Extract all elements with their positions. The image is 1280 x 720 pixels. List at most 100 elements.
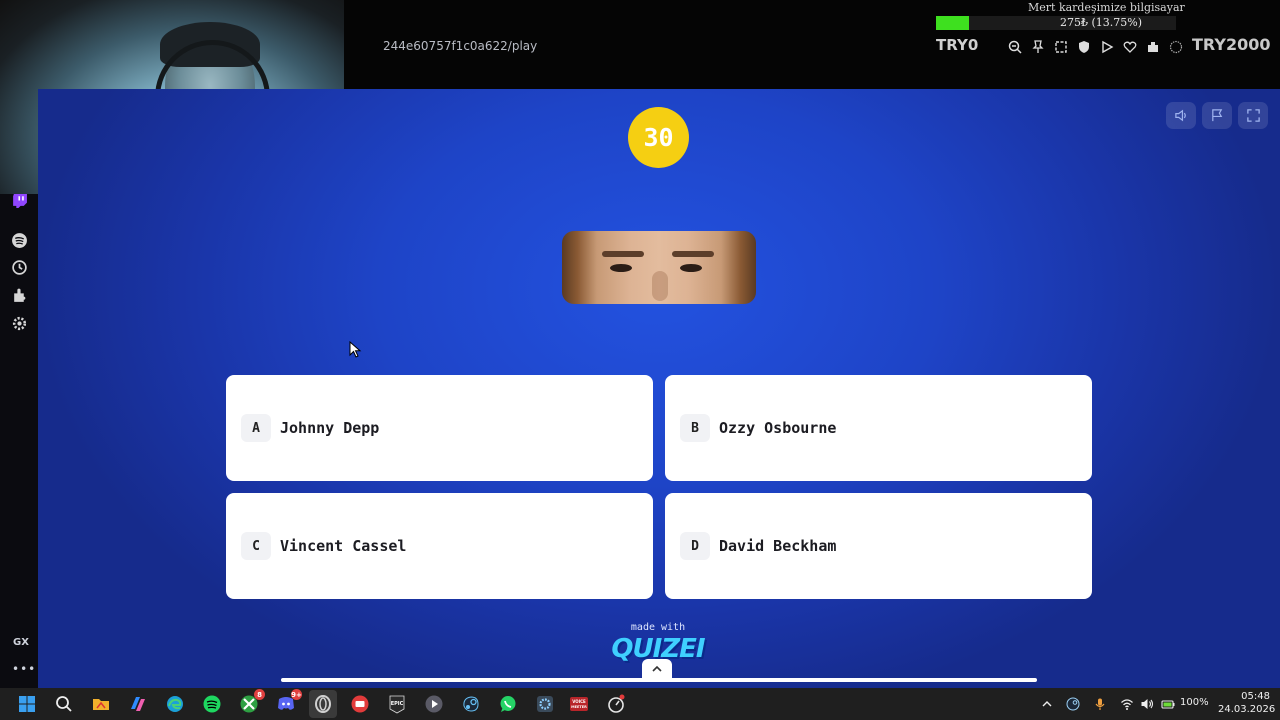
copilot-icon [131, 697, 145, 711]
clock-date: 24.03.2026 [1218, 704, 1276, 715]
chevron-up-icon [652, 665, 662, 672]
fullscreen-button[interactable] [1238, 102, 1268, 129]
answer-text: Vincent Cassel [280, 537, 407, 555]
battery-icon[interactable] [1160, 696, 1176, 712]
steam-icon [463, 696, 479, 712]
answer-text: Johnny Depp [280, 419, 380, 437]
more-icon[interactable]: ••• [12, 662, 36, 676]
gx-label[interactable]: GX [13, 637, 29, 648]
quiz-area: 30 A Johnny Depp B Ozzy Osbourne C Vince… [38, 89, 1280, 688]
whatsapp-icon [500, 696, 516, 712]
report-button[interactable] [1202, 102, 1232, 129]
settings-icon[interactable] [11, 315, 28, 332]
shield-icon[interactable] [1075, 38, 1092, 55]
zoom-out-icon[interactable] [1006, 38, 1023, 55]
address-bar-url[interactable]: 244e60757f1c0a622/play [383, 39, 537, 53]
settings-app-button[interactable] [533, 692, 557, 716]
timer-app-button[interactable] [604, 692, 628, 716]
browser-toolbar-icons [1006, 38, 1184, 55]
countdown-timer: 30 [628, 107, 689, 168]
question-image-eye-right [680, 264, 702, 272]
app-gear-icon [537, 696, 553, 712]
bottom-drawer-edge [281, 678, 1037, 682]
play-icon[interactable] [1098, 38, 1115, 55]
wifi-icon[interactable] [1119, 696, 1135, 712]
stopwatch-icon [608, 694, 625, 713]
recorder-icon [351, 695, 369, 713]
fullscreen-icon [1246, 109, 1260, 122]
search-icon [56, 696, 72, 712]
steam-tray-icon[interactable] [1065, 696, 1081, 712]
history-icon[interactable] [11, 259, 28, 276]
answer-text: Ozzy Osbourne [719, 419, 837, 437]
discord-badge: 9+ [291, 689, 302, 700]
chevron-up-tray-icon[interactable] [1039, 696, 1055, 712]
volume-icon[interactable] [1139, 696, 1155, 712]
donation-title: Mert kardeşimize bilgisayar [1028, 1, 1185, 14]
speaker-icon [1174, 109, 1186, 122]
system-clock[interactable]: 05:48 24.03.2026 [1218, 690, 1276, 716]
mouse-cursor-icon [349, 341, 362, 358]
scroll-up-button[interactable] [642, 659, 672, 679]
extension-icon[interactable] [1144, 38, 1161, 55]
epic-games-button[interactable]: EPIC [385, 692, 409, 716]
copilot-button[interactable] [126, 692, 150, 716]
edge-icon [167, 696, 183, 712]
question-image [562, 231, 756, 304]
battery-percent: 100% [1180, 697, 1209, 708]
answer-text: David Beckham [719, 537, 837, 555]
opera-gx-icon [315, 695, 331, 713]
answer-option-a[interactable]: A Johnny Depp [226, 375, 653, 481]
voicemeeter-button[interactable]: VOICE MEETER [567, 692, 591, 716]
answer-option-b[interactable]: B Ozzy Osbourne [665, 375, 1092, 481]
donation-amount: 275₺ (13.75%) [1060, 16, 1143, 29]
answer-option-d[interactable]: D David Beckham [665, 493, 1092, 599]
pin-icon[interactable] [1029, 38, 1046, 55]
folder-icon [93, 699, 109, 710]
opera-gx-button[interactable] [311, 692, 335, 716]
svg-text:VOICE: VOICE [572, 699, 586, 704]
media-play-icon [425, 695, 443, 713]
xbox-button[interactable]: 8 [237, 689, 265, 716]
sound-toggle-button[interactable] [1166, 102, 1196, 129]
snapshot-icon[interactable] [1052, 38, 1069, 55]
twitch-icon[interactable] [11, 192, 28, 209]
microphone-icon[interactable] [1092, 696, 1108, 712]
question-image-brow-left [602, 251, 644, 257]
epic-games-icon: EPIC [389, 695, 405, 714]
extensions-icon[interactable] [11, 287, 28, 304]
spotify-icon[interactable] [11, 232, 28, 249]
svg-text:EPIC: EPIC [391, 701, 404, 707]
question-image-brow-right [672, 251, 714, 257]
donation-overlay: Mert kardeşimize bilgisayar 275₺ (13.75%… [930, 0, 1280, 60]
whatsapp-button[interactable] [496, 692, 520, 716]
start-button[interactable] [15, 692, 39, 716]
search-button[interactable] [52, 692, 76, 716]
answer-letter: D [680, 532, 710, 560]
spotify-app-button[interactable] [200, 692, 224, 716]
answer-letter: C [241, 532, 271, 560]
file-explorer-button[interactable] [89, 692, 113, 716]
windows-logo-icon [19, 696, 35, 712]
donation-goal-end: TRY2000 [1192, 35, 1271, 54]
recorder-button[interactable] [348, 692, 372, 716]
steam-button[interactable] [459, 692, 483, 716]
made-with-label: made with [630, 622, 686, 633]
svg-text:MEETER: MEETER [571, 705, 587, 709]
spotify-app-icon [203, 695, 221, 713]
heart-icon[interactable] [1121, 38, 1138, 55]
donation-goal-start: TRY0 [936, 36, 979, 54]
screen: 244e60757f1c0a622/play GX ••• Mert karde… [0, 0, 1280, 720]
voicemeeter-icon: VOICEMEETER [570, 697, 588, 711]
question-image-eye-left [610, 264, 632, 272]
fan-icon[interactable] [1167, 38, 1184, 55]
answer-option-c[interactable]: C Vincent Cassel [226, 493, 653, 599]
question-image-nose [652, 271, 668, 301]
discord-button[interactable]: 9+ [274, 689, 302, 716]
donation-progress-fill [936, 16, 969, 30]
xbox-badge: 8 [254, 689, 265, 700]
edge-button[interactable] [163, 692, 187, 716]
media-player-button[interactable] [422, 692, 446, 716]
answer-letter: A [241, 414, 271, 442]
clock-time: 05:48 [1241, 691, 1270, 702]
